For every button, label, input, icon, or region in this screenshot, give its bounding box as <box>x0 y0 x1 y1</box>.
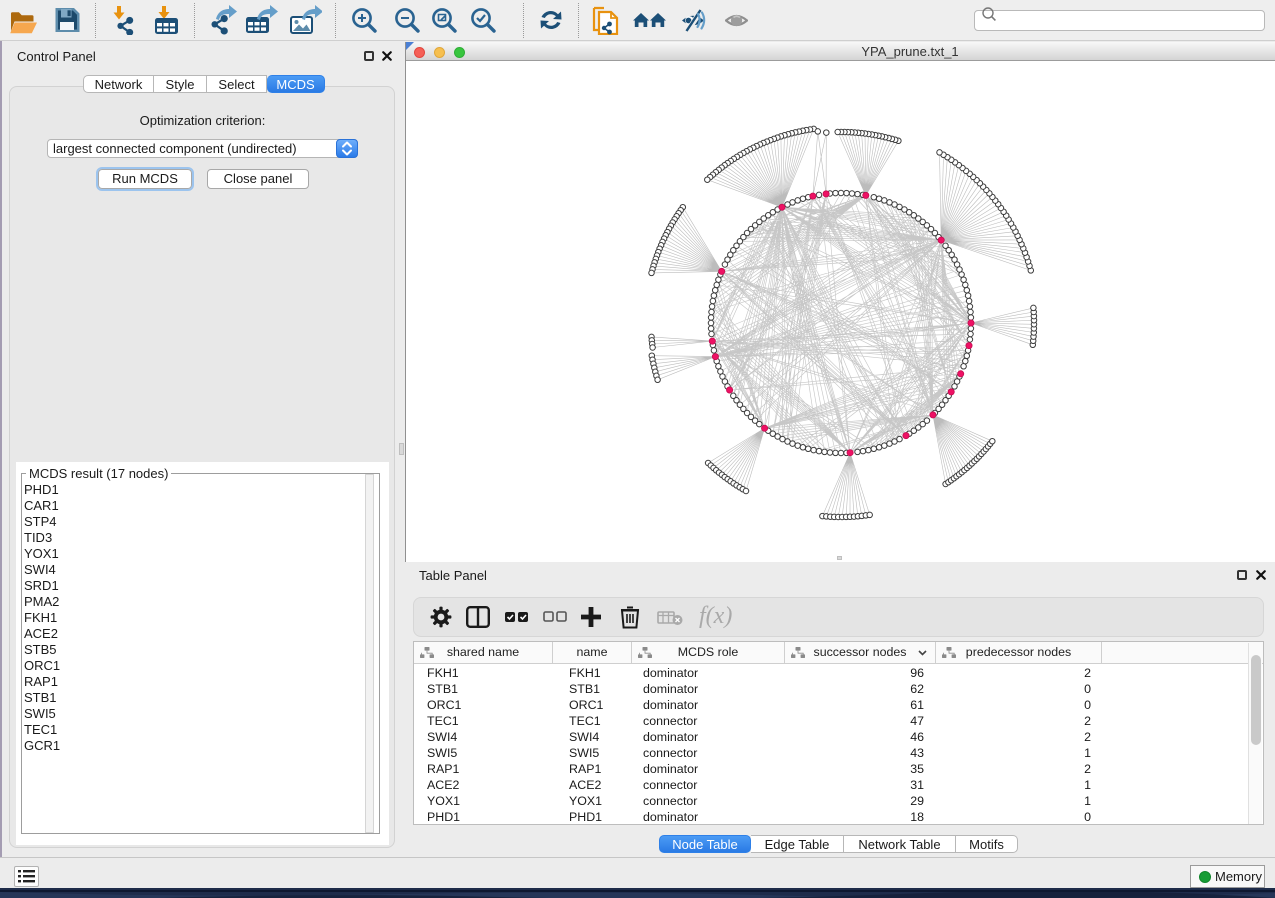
svg-text:f(x): f(x) <box>699 603 732 629</box>
